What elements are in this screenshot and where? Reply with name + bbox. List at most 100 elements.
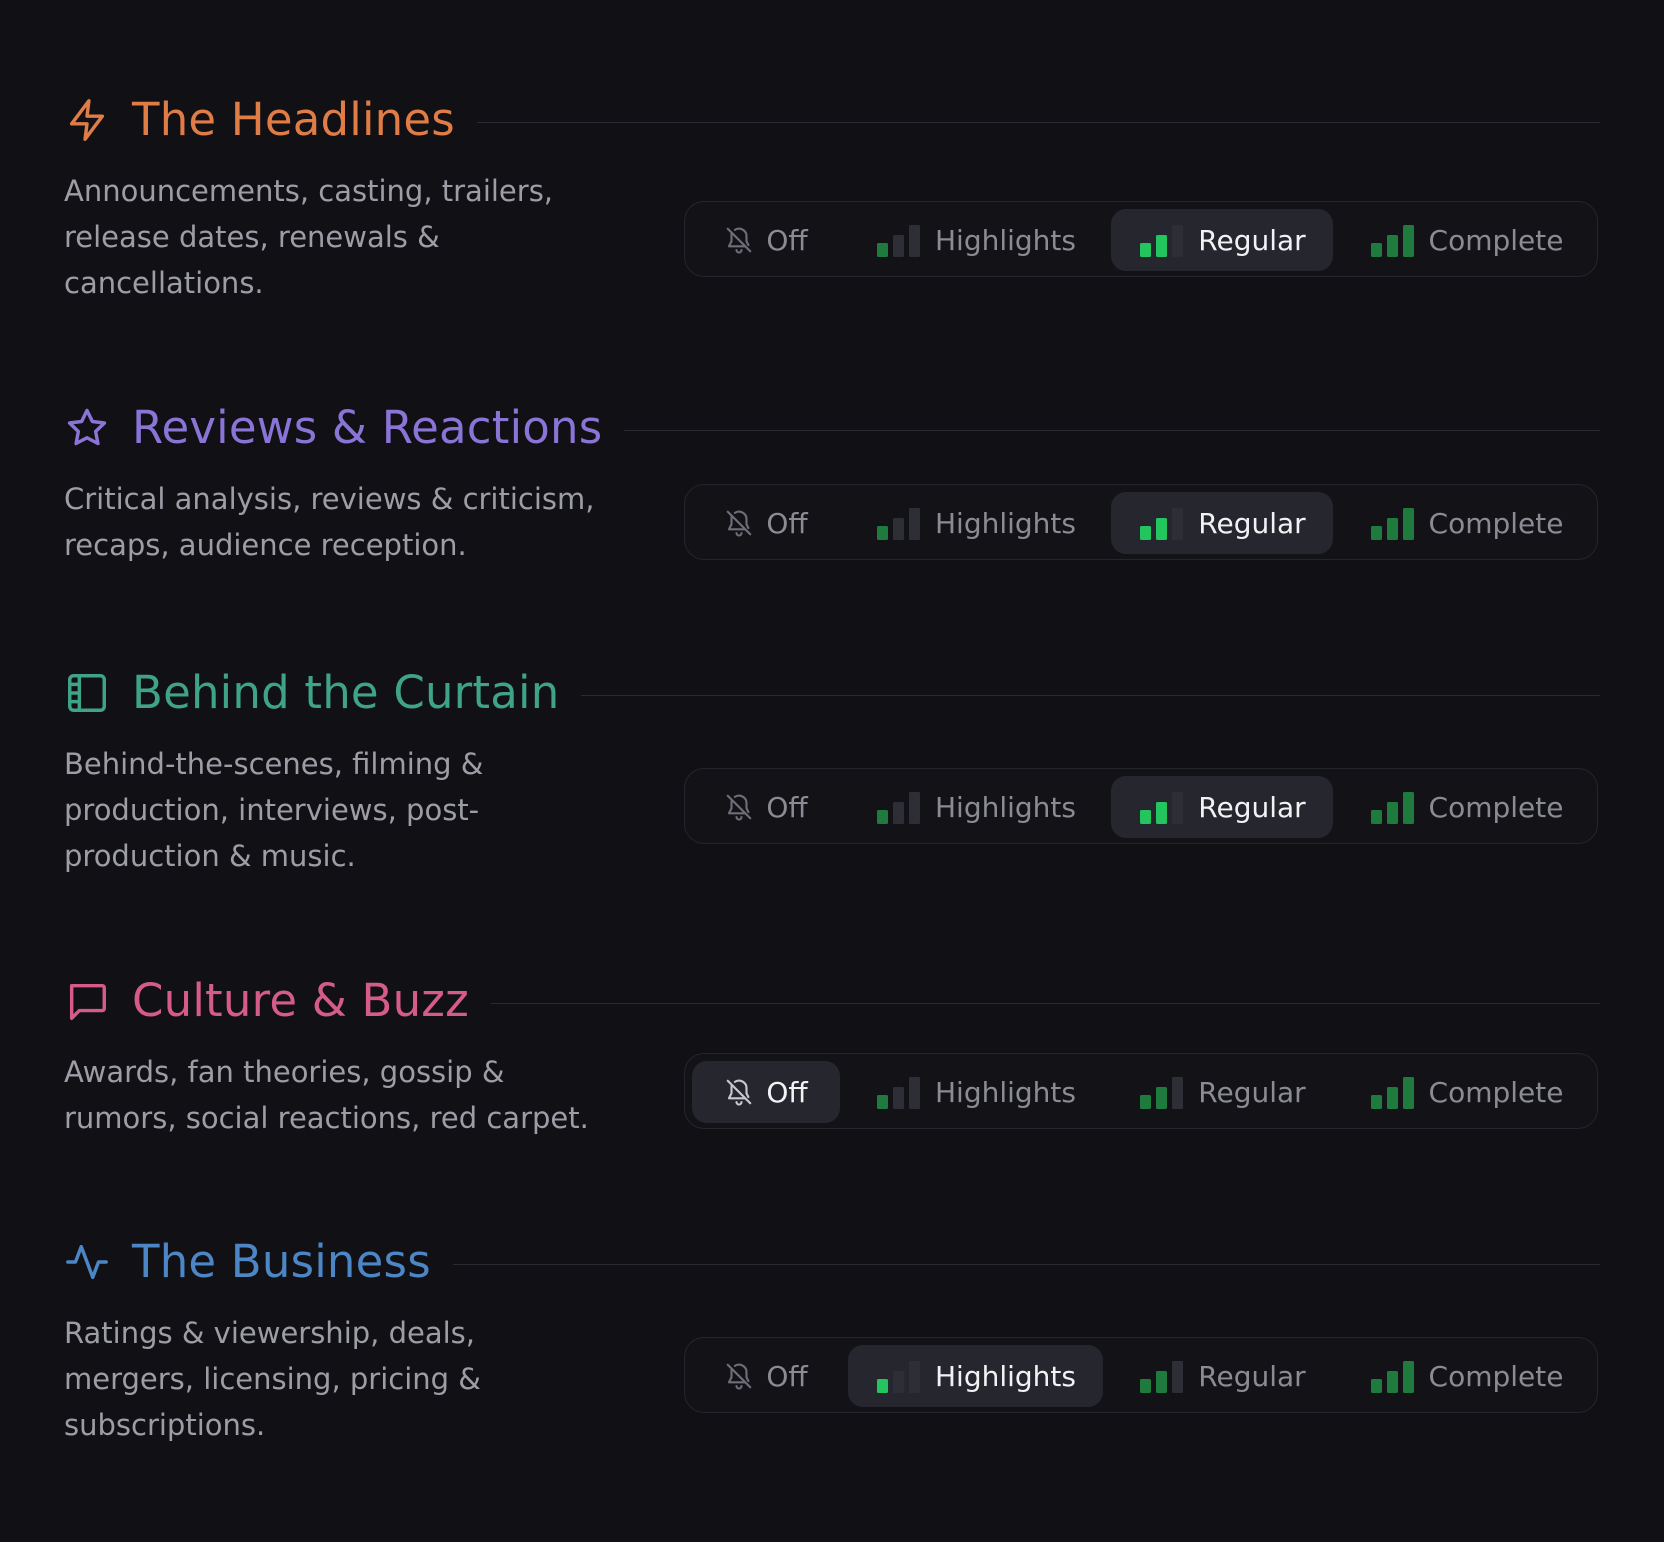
option-highlights[interactable]: Highlights xyxy=(848,776,1103,838)
category-title: Culture & Buzz xyxy=(132,974,469,1027)
signal-bar xyxy=(1156,1371,1168,1393)
category-description: Ratings & viewership, deals, mergers, li… xyxy=(64,1316,481,1442)
signal-bar xyxy=(893,802,904,824)
option-label: Regular xyxy=(1198,223,1306,257)
category-title: Reviews & Reactions xyxy=(132,401,603,454)
signal-bars-icon xyxy=(1369,506,1417,540)
option-label: Highlights xyxy=(935,506,1076,540)
frequency-selector: Off Highlights Regular Complete xyxy=(684,201,1598,277)
option-regular[interactable]: Regular xyxy=(1111,492,1333,554)
option-off[interactable]: Off xyxy=(692,1061,840,1123)
option-label: Off xyxy=(766,790,808,824)
option-regular[interactable]: Regular xyxy=(1111,776,1333,838)
signal-bar xyxy=(877,1095,888,1109)
chat-bubble-icon xyxy=(64,978,110,1024)
option-label: Regular xyxy=(1198,1075,1306,1109)
signal-bars-icon xyxy=(1138,223,1186,257)
divider xyxy=(452,1263,1600,1265)
option-label: Regular xyxy=(1198,1359,1306,1393)
option-label: Highlights xyxy=(935,1075,1076,1109)
option-complete[interactable]: Complete xyxy=(1341,776,1591,838)
signal-bar xyxy=(1370,526,1382,540)
bell-off-icon xyxy=(724,792,754,822)
frequency-selector: Off Highlights Regular Complete xyxy=(684,484,1598,560)
signal-bar xyxy=(893,235,904,257)
star-icon xyxy=(64,405,110,451)
option-highlights[interactable]: Highlights xyxy=(848,492,1103,554)
signal-bar xyxy=(1140,243,1152,257)
option-highlights[interactable]: Highlights xyxy=(848,209,1103,271)
signal-bars-icon xyxy=(1369,223,1417,257)
signal-bar xyxy=(1386,518,1398,540)
option-regular[interactable]: Regular xyxy=(1111,1061,1333,1123)
category-header: Behind the Curtain xyxy=(64,661,1600,725)
option-label: Highlights xyxy=(935,1359,1076,1393)
option-label: Off xyxy=(766,1359,808,1393)
signal-bars-icon xyxy=(1138,1359,1186,1393)
notification-preferences-page: The Headlines Announcements, casting, tr… xyxy=(0,0,1664,1542)
category-description: Behind-the-scenes, filming & production,… xyxy=(64,747,484,873)
signal-bar xyxy=(909,792,920,824)
option-label: Complete xyxy=(1428,790,1564,824)
signal-bar xyxy=(1172,792,1184,824)
signal-bars-icon xyxy=(875,506,923,540)
divider xyxy=(624,429,1600,431)
option-label: Complete xyxy=(1428,223,1564,257)
bell-off-icon xyxy=(724,1361,754,1391)
option-complete[interactable]: Complete xyxy=(1341,1061,1591,1123)
signal-bar xyxy=(1386,1371,1398,1393)
divider xyxy=(581,694,1600,696)
signal-bar xyxy=(1370,1379,1382,1393)
option-off[interactable]: Off xyxy=(692,1345,840,1407)
category-header: The Business xyxy=(64,1230,1600,1294)
lightning-bolt-icon xyxy=(64,97,110,143)
signal-bar xyxy=(909,1361,920,1393)
signal-bar xyxy=(1370,243,1382,257)
signal-bars-icon xyxy=(1369,1075,1417,1109)
option-complete[interactable]: Complete xyxy=(1341,492,1591,554)
option-label: Complete xyxy=(1428,1359,1564,1393)
option-regular[interactable]: Regular xyxy=(1111,1345,1333,1407)
signal-bar xyxy=(1370,1095,1382,1109)
option-label: Off xyxy=(766,223,808,257)
signal-bars-icon xyxy=(1138,506,1186,540)
bell-off-icon xyxy=(724,1077,754,1107)
signal-bar xyxy=(893,1087,904,1109)
signal-bars-icon xyxy=(875,1075,923,1109)
signal-bars-icon xyxy=(1138,1075,1186,1109)
option-highlights[interactable]: Highlights xyxy=(848,1345,1103,1407)
category-title: The Business xyxy=(132,1235,431,1288)
category-description: Critical analysis, reviews & criticism, … xyxy=(64,482,595,562)
signal-bar xyxy=(1402,1361,1414,1393)
option-regular[interactable]: Regular xyxy=(1111,209,1333,271)
signal-bar xyxy=(1370,810,1382,824)
signal-bar xyxy=(1386,802,1398,824)
option-label: Regular xyxy=(1198,790,1306,824)
signal-bars-icon xyxy=(875,790,923,824)
signal-bar xyxy=(1402,225,1414,257)
option-highlights[interactable]: Highlights xyxy=(848,1061,1103,1123)
signal-bar xyxy=(909,508,920,540)
option-complete[interactable]: Complete xyxy=(1341,209,1591,271)
category-title: The Headlines xyxy=(132,93,455,146)
frequency-selector: Off Highlights Regular Complete xyxy=(684,1337,1598,1413)
option-off[interactable]: Off xyxy=(692,492,840,554)
activity-pulse-icon xyxy=(64,1239,110,1285)
signal-bars-icon xyxy=(1138,790,1186,824)
film-strip-icon xyxy=(64,670,110,716)
signal-bar xyxy=(1402,1077,1414,1109)
option-off[interactable]: Off xyxy=(692,209,840,271)
option-label: Highlights xyxy=(935,223,1076,257)
option-complete[interactable]: Complete xyxy=(1341,1345,1591,1407)
signal-bar xyxy=(877,810,888,824)
signal-bar xyxy=(893,1371,904,1393)
signal-bar xyxy=(1172,508,1184,540)
category-header: Culture & Buzz xyxy=(64,969,1600,1033)
option-off[interactable]: Off xyxy=(692,776,840,838)
category-description: Announcements, casting, trailers, releas… xyxy=(64,174,554,300)
frequency-selector: Off Highlights Regular Complete xyxy=(684,768,1598,844)
signal-bars-icon xyxy=(875,223,923,257)
frequency-selector: Off Highlights Regular Complete xyxy=(684,1053,1598,1129)
signal-bar xyxy=(1156,518,1168,540)
signal-bar xyxy=(1156,235,1168,257)
